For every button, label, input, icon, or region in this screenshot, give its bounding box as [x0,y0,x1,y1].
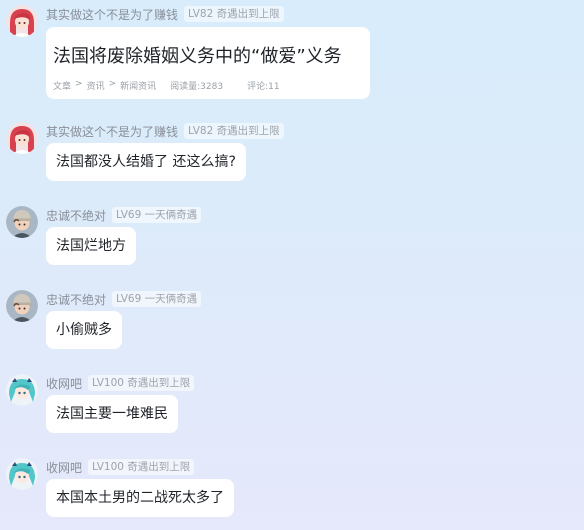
breadcrumb-item: 新闻资讯 [120,82,157,92]
username[interactable]: 其实做这个不是为了赚钱 [46,123,178,140]
message-header: 忠诚不绝对 LV69 一天俩奇遇 [46,206,202,224]
username[interactable]: 忠诚不绝对 [46,291,106,308]
username[interactable]: 收网吧 [46,375,82,392]
message-header: 忠诚不绝对 LV69 一天俩奇遇 [46,290,202,308]
message-header: 其实做这个不是为了赚钱 LV82 奇遇出到上限 [46,122,284,140]
message-header: 收网吧 LV100 奇遇出到上限 [46,458,195,476]
username[interactable]: 收网吧 [46,459,82,476]
comment-count: 评论:11 [247,82,280,92]
view-count: 阅读量:3283 [170,82,224,92]
level-badge: LV82 奇遇出到上限 [184,123,284,139]
red-hair-girl-avatar-icon[interactable] [6,122,38,154]
message-bubble[interactable]: 法国烂地方 [46,227,136,265]
message-header: 收网吧 LV100 奇遇出到上限 [46,374,195,392]
level-badge: LV100 奇遇出到上限 [88,375,195,391]
article-card[interactable]: 法国将废除婚姻义务中的“做爱”义务 文章 > 资讯 > 新闻资讯 阅读量:328… [46,27,370,99]
breadcrumb-item: 资讯 [86,82,105,92]
article-title: 法国将废除婚姻义务中的“做爱”义务 [53,46,342,67]
breadcrumb-item: 文章 [53,82,72,92]
teal-hair-girl-avatar-icon[interactable] [6,458,38,490]
cap-boy-avatar-icon[interactable] [6,206,38,238]
breadcrumb-separator: > [108,79,117,89]
breadcrumb-separator: > [75,79,83,89]
level-badge: LV69 一天俩奇遇 [112,207,202,223]
article-meta: 文章 > 资讯 > 新闻资讯 阅读量:3283 评论:11 [53,79,280,92]
message-bubble[interactable]: 本国本土男的二战死太多了 [46,479,234,517]
teal-hair-girl-avatar-icon[interactable] [6,374,38,406]
message-bubble[interactable]: 法国都没人结婚了 还这么搞? [46,143,246,181]
message-bubble[interactable]: 法国主要一堆难民 [46,395,178,433]
level-badge: LV69 一天俩奇遇 [112,291,202,307]
username[interactable]: 忠诚不绝对 [46,207,106,224]
cap-boy-avatar-icon[interactable] [6,290,38,322]
message-bubble[interactable]: 小偷贼多 [46,311,122,349]
red-hair-girl-avatar-icon[interactable] [6,5,38,37]
message-header: 其实做这个不是为了赚钱 LV82 奇遇出到上限 [46,5,284,23]
level-badge: LV82 奇遇出到上限 [184,6,284,22]
username[interactable]: 其实做这个不是为了赚钱 [46,6,178,23]
level-badge: LV100 奇遇出到上限 [88,459,195,475]
